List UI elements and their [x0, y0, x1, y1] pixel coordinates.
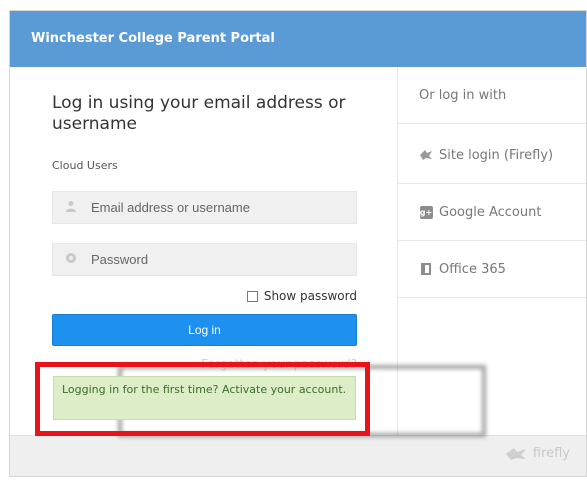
- portal-title: Winchester College Parent Portal: [31, 31, 275, 46]
- office365-login-option[interactable]: Office 365: [398, 241, 586, 298]
- login-title: Log in using your email address or usern…: [52, 93, 346, 134]
- firefly-brand-label: firefly: [532, 446, 570, 461]
- firefly-logo-icon: [505, 447, 526, 460]
- firefly-brand: firefly: [505, 446, 570, 461]
- firefly-icon: [419, 148, 433, 162]
- login-button[interactable]: Log in: [52, 314, 357, 346]
- google-plus-icon: g+: [419, 205, 433, 219]
- alt-login-header-label: Or log in with: [419, 87, 507, 103]
- office-365-icon: [419, 262, 433, 276]
- show-password-toggle[interactable]: Show password: [246, 289, 357, 303]
- lock-icon: [53, 252, 89, 268]
- google-login-option[interactable]: g+ Google Account: [398, 184, 586, 241]
- show-password-checkbox[interactable]: [246, 290, 258, 302]
- user-icon: [53, 200, 89, 216]
- portal-header: Winchester College Parent Portal: [10, 11, 586, 67]
- email-input[interactable]: [89, 199, 348, 216]
- firefly-login-label: Site login (Firefly): [439, 147, 554, 163]
- password-field[interactable]: [52, 243, 357, 276]
- card-footer: firefly: [10, 435, 586, 476]
- show-password-label: Show password: [263, 289, 357, 303]
- office365-login-label: Office 365: [439, 261, 506, 277]
- password-input[interactable]: [89, 251, 348, 268]
- email-field[interactable]: [52, 191, 357, 224]
- alt-login-header: Or log in with: [398, 67, 586, 124]
- cloud-users-label: Cloud Users: [52, 159, 118, 172]
- firefly-login-option[interactable]: Site login (Firefly): [398, 127, 586, 184]
- google-login-label: Google Account: [439, 204, 542, 220]
- highlight-annotation-box: [35, 362, 370, 436]
